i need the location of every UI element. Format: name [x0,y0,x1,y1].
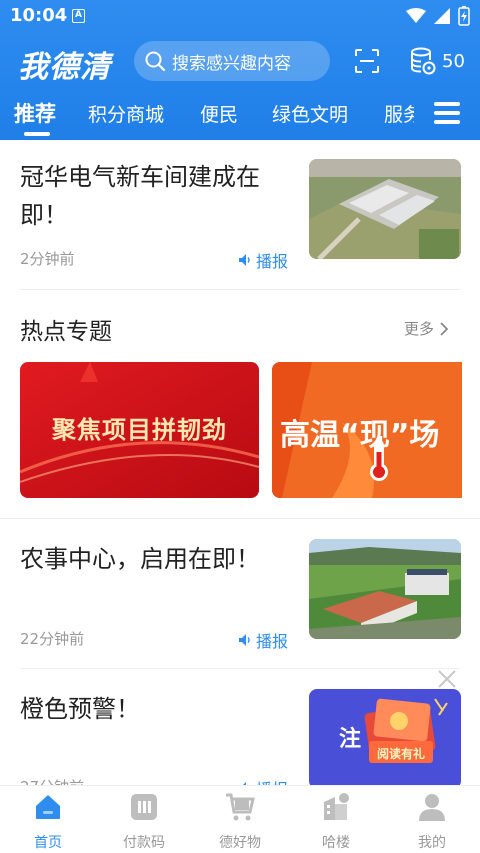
broadcast-label: 播报 [256,252,289,271]
app-logo: 我德清 [18,50,111,85]
system-icons [406,6,470,26]
active-tab-indicator [24,132,50,136]
news-item[interactable]: 橙色预警！ 27分钟前 播报 注 阅读有礼 [0,688,480,785]
chevron-right-icon [440,321,449,336]
tab-overflow-clip: 服务 [384,96,414,140]
promo-side-text: 注 [339,727,362,752]
topic-card-title: 聚焦项目拼韧劲 [52,415,227,444]
payment-code-icon [131,794,157,820]
nav-label: 哈楼 [322,835,350,851]
category-tabs: 推荐 积分商城 便民 绿色文明 服务 [0,96,480,140]
tab-service[interactable]: 服务 [384,100,414,127]
coin-stack-icon [411,47,436,75]
status-time: 10:04 [10,5,68,26]
gift-promo-banner [309,689,461,785]
nav-home[interactable]: 首页 [8,792,88,852]
search-placeholder: 搜索感兴趣内容 [172,53,291,74]
news-item[interactable]: 农事中心，启用在即！ 22分钟前 播报 [0,538,480,668]
tab-convenience[interactable]: 便民 [200,100,238,127]
speaker-icon [239,254,250,266]
scan-icon[interactable] [354,48,380,74]
nav-label: 我的 [418,835,446,851]
notification-badge: A [72,9,85,23]
broadcast-button[interactable]: 播报 [238,776,288,785]
nav-building[interactable]: 哈楼 [296,792,376,852]
search-icon [145,51,166,72]
coins-count: 50 [442,50,465,72]
home-icon [36,795,60,819]
bottom-navigation: 首页 付款码 德好物 哈楼 我的 [0,785,480,853]
coins-balance[interactable]: 50 [410,46,465,76]
promo-badge: 阅读有礼 [376,747,425,761]
search-input[interactable]: 搜索感兴趣内容 [134,41,330,81]
nav-label: 德好物 [219,835,261,851]
app-header: 我德清 搜索感兴趣内容 50 [0,38,480,86]
news-thumbnail [309,539,461,639]
profile-icon [419,794,445,821]
more-label: 更多 [404,320,435,338]
section-separator [0,518,480,519]
tab-green-civilization[interactable]: 绿色文明 [272,100,348,127]
close-icon[interactable] [436,668,458,690]
news-time: 22分钟前 [20,630,85,648]
battery-icon [458,6,470,26]
speaker-icon [239,634,250,646]
shopping-cart-icon [226,793,255,821]
broadcast-label: 播报 [256,776,288,785]
tab-recommend[interactable]: 推荐 [14,98,56,128]
nav-label: 付款码 [123,835,165,851]
divider [20,668,460,669]
news-title: 农事中心，启用在即！ [20,545,260,573]
news-time: 2分钟前 [20,250,75,268]
farm-building-aerial-photo [309,539,461,639]
tab-menu-button[interactable] [434,102,460,126]
nav-good-goods[interactable]: 德好物 [200,792,280,852]
nav-profile[interactable]: 我的 [392,792,472,852]
divider [20,289,460,290]
news-thumbnail: 注 阅读有礼 [309,689,461,785]
hot-topics-title: 热点专题 [20,319,112,345]
factory-aerial-photo [309,159,461,259]
broadcast-button[interactable]: 播报 [238,248,288,272]
nav-label: 首页 [34,835,62,851]
news-thumbnail [309,159,461,259]
tab-points-mall[interactable]: 积分商城 [88,100,164,127]
status-bar: 10:04 A [0,0,480,32]
hot-topics-more-button[interactable]: 更多 [404,318,449,339]
news-title: 冠华电气新车间建成在即！ [20,163,260,229]
news-time: 27分钟前 [20,776,84,785]
topic-card-title: 高温“现”场 [280,418,440,453]
news-item[interactable]: 冠华电气新车间建成在即！ 2分钟前 播报 [0,156,480,290]
building-icon [324,793,349,820]
news-title: 橙色预警！ [20,695,140,723]
broadcast-label: 播报 [256,632,289,651]
topic-card[interactable]: 高温“现”场 [272,362,462,498]
wifi-icon [406,8,426,23]
broadcast-button[interactable]: 播报 [238,628,288,652]
nav-payment-code[interactable]: 付款码 [104,792,184,852]
signal-icon [434,8,450,24]
topic-card[interactable]: 聚焦项目拼韧劲 [20,362,259,498]
